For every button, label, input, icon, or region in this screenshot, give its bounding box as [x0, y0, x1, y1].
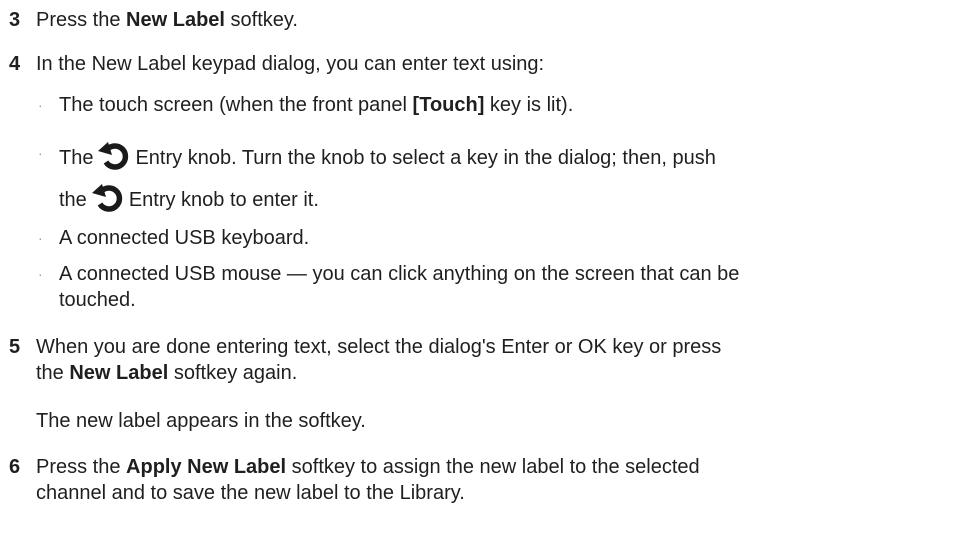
bullet-text: The touch screen (when the front panel: [59, 94, 413, 116]
softkey-name: Apply New Label: [126, 456, 287, 478]
step-text: Press the: [36, 9, 127, 31]
bullet-marker: ·: [38, 266, 43, 282]
bullet-text: Entry knob to enter it.: [128, 189, 319, 211]
step-number: 3: [9, 9, 21, 31]
bullet-marker: ·: [38, 97, 43, 113]
step-text: channel and to save the new label to the…: [36, 482, 465, 504]
step-text: softkey again.: [168, 362, 298, 384]
step-number: 4: [9, 53, 21, 75]
step-number: 5: [9, 336, 21, 358]
bullet-text: The: [59, 147, 94, 169]
bullet-text: A connected USB keyboard.: [59, 227, 310, 249]
step-text: In the New Label keypad dialog, you can …: [36, 53, 545, 75]
note-text: The new label appears in the softkey.: [36, 410, 366, 432]
step-number: 6: [9, 456, 21, 478]
entry-knob-icon: [91, 184, 122, 212]
bullet-text: key is lit).: [484, 94, 574, 116]
bullet-text: Entry knob. Turn the knob to select a ke…: [135, 147, 716, 169]
step-text: the: [36, 362, 70, 384]
softkey-name: New Label: [69, 362, 169, 384]
step-text: Press the: [36, 456, 127, 478]
key-name: [Touch]: [412, 94, 485, 116]
bullet-marker: ·: [38, 230, 43, 246]
step-text: When you are done entering text, select …: [36, 336, 722, 358]
bullet-marker: ·: [38, 145, 43, 161]
softkey-name: New Label: [126, 9, 225, 31]
bullet-text: the: [59, 189, 87, 211]
bullet-text: touched.: [59, 289, 136, 311]
entry-knob-icon: [98, 142, 129, 170]
bullet-text: A connected USB mouse — you can click an…: [59, 263, 740, 285]
step-text: softkey.: [224, 9, 298, 31]
step-text: softkey to assign the new label to the s…: [286, 456, 700, 478]
